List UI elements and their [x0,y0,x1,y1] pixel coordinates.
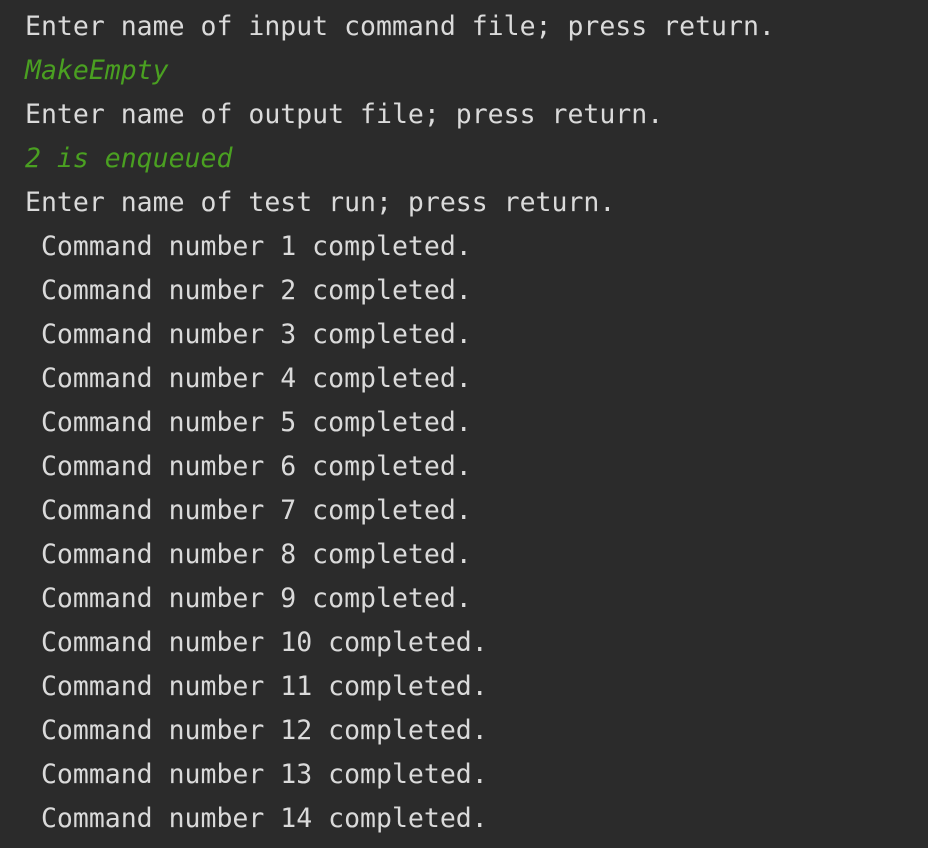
console-output-panel[interactable]: Enter name of input command file; press … [0,0,928,848]
console-line-prompt-output-file: Enter name of output file; press return. [25,99,664,130]
console-line-command-completed: Command number 9 completed. [25,583,472,614]
console-line-user-input: 2 is enqueued [25,143,233,174]
console-line-command-completed: Command number 4 completed. [25,363,472,394]
console-line-command-completed: Command number 14 completed. [25,803,488,834]
console-line-command-completed: Command number 12 completed. [25,715,488,746]
console-line-command-completed: Command number 11 completed. [25,671,488,702]
console-line-command-completed: Command number 5 completed. [25,407,472,438]
console-line-command-completed: Command number 10 completed. [25,627,488,658]
console-line-command-completed: Command number 13 completed. [25,759,488,790]
console-line-command-completed: Command number 3 completed. [25,319,472,350]
console-line-command-completed: Command number 1 completed. [25,231,472,262]
console-line-user-input: MakeEmpty [25,55,169,86]
console-line-command-completed: Command number 6 completed. [25,451,472,482]
console-line-prompt-test-run: Enter name of test run; press return. [25,187,616,218]
console-line-command-completed: Command number 7 completed. [25,495,472,526]
console-line-command-completed: Command number 8 completed. [25,539,472,570]
console-line-command-completed: Command number 2 completed. [25,275,472,306]
console-line-prompt-input-file: Enter name of input command file; press … [25,11,775,42]
